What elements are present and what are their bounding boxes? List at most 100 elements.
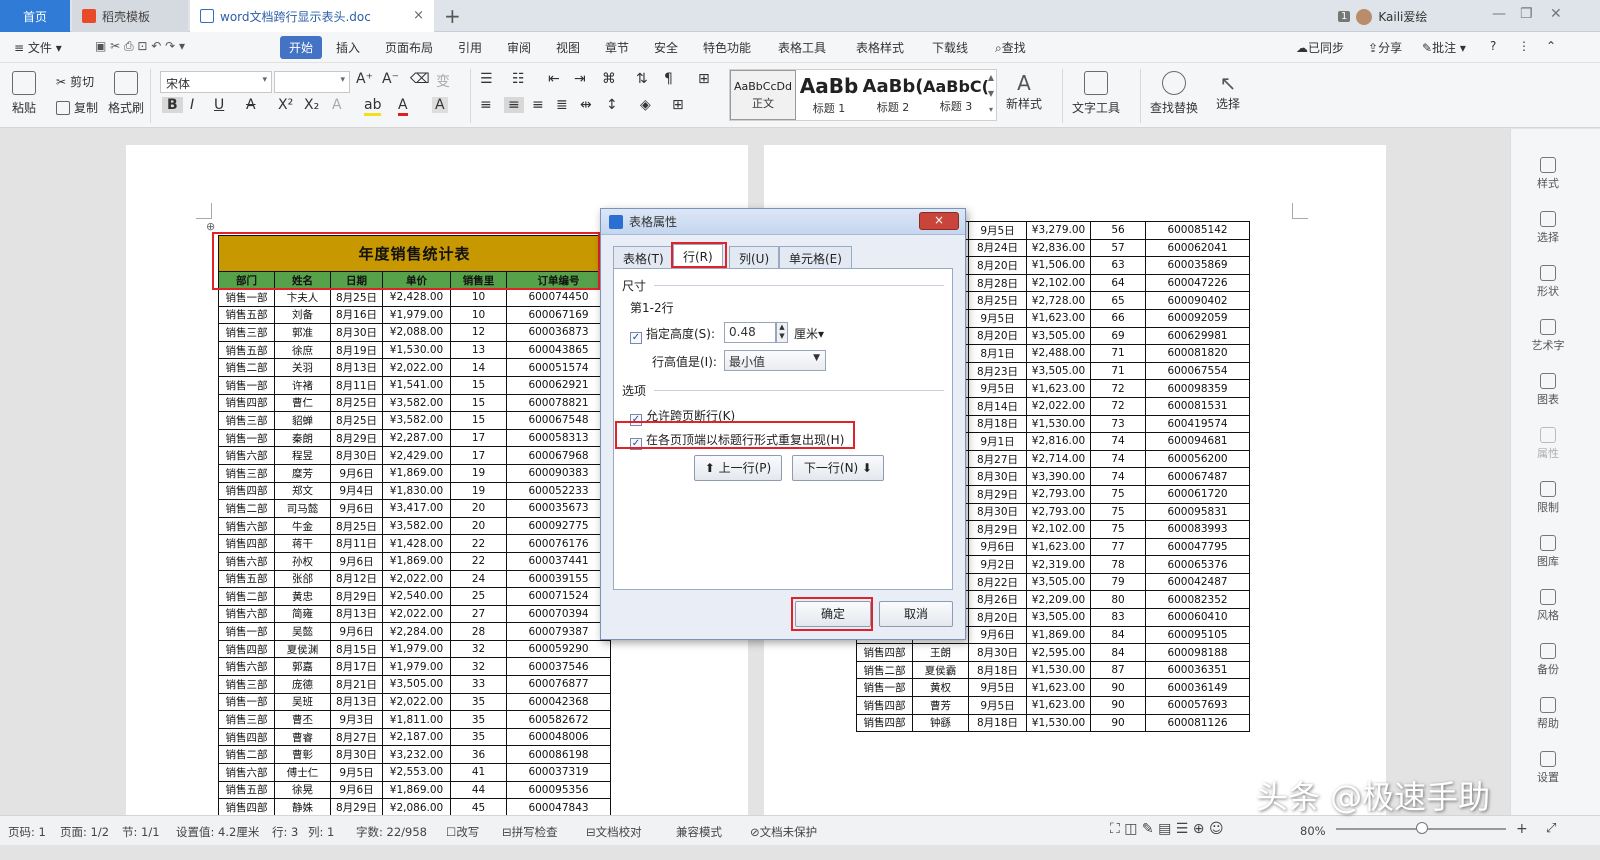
table-cell[interactable]: ¥1,869.00 <box>382 780 451 800</box>
table-cell[interactable]: 8月30日 <box>330 446 383 465</box>
table-cell[interactable]: 8月30日 <box>330 745 383 765</box>
table-cell[interactable]: 8月18日 <box>968 713 1027 733</box>
table-cell[interactable]: 销售二部 <box>218 745 275 765</box>
text-tools-button[interactable]: 文字工具 <box>1072 71 1120 116</box>
table-cell[interactable]: 8月13日 <box>330 604 383 624</box>
menu-table-style[interactable]: 表格样式 <box>856 39 904 56</box>
share-button[interactable]: ⇪分享 <box>1368 39 1402 56</box>
table-row[interactable]: 销售二部 曹彰 8月30日 ¥3,232.00 36 600086198 <box>218 745 611 765</box>
table-cell[interactable]: 600092775 <box>506 516 611 536</box>
table-cell[interactable]: 600051574 <box>506 358 611 377</box>
table-cell[interactable]: 77 <box>1090 537 1146 557</box>
table-cell[interactable]: 28 <box>450 622 507 641</box>
table-cell[interactable]: 72 <box>1090 396 1146 416</box>
cancel-button[interactable]: 取消 <box>879 601 953 627</box>
table-cell[interactable]: 24 <box>450 569 507 589</box>
paste-button[interactable]: 粘贴 <box>12 71 36 116</box>
table-row[interactable]: 销售四部 钟繇 8月18日 ¥1,530.00 90 600081126 <box>856 713 1250 733</box>
table-cell[interactable]: ¥3,390.00 <box>1026 467 1091 486</box>
table-row[interactable]: 销售一部 黄权 9月5日 ¥1,623.00 90 600036149 <box>856 678 1250 698</box>
table-cell[interactable]: 600062921 <box>506 375 611 395</box>
table-cell[interactable]: 600083993 <box>1145 520 1250 539</box>
table-cell[interactable]: 销售四部 <box>218 639 275 659</box>
table-cell[interactable]: 9月5日 <box>330 763 383 782</box>
table-cell[interactable]: 8月26日 <box>968 590 1027 610</box>
menu-view[interactable]: 视图 <box>556 39 580 56</box>
table-cell[interactable]: 销售二部 <box>218 587 275 606</box>
table-cell[interactable]: 78 <box>1090 555 1146 574</box>
table-cell[interactable]: 9月6日 <box>330 622 383 641</box>
align-center-icon[interactable]: ≡ <box>504 97 524 113</box>
table-cell[interactable]: 9月5日 <box>968 696 1027 715</box>
table-cell[interactable]: 600036149 <box>1145 678 1250 698</box>
copy-button[interactable]: 复制 <box>56 99 98 116</box>
table-cell[interactable]: 600081531 <box>1145 396 1250 416</box>
table-cell[interactable]: ¥1,830.00 <box>382 481 451 501</box>
table-cell[interactable]: 销售六部 <box>218 604 275 624</box>
table-cell[interactable]: ¥2,428.00 <box>382 288 451 307</box>
table-row[interactable]: 销售四部 曹睿 8月27日 ¥2,187.00 35 600048006 <box>218 727 611 747</box>
table-cell[interactable]: 9月1日 <box>968 432 1027 451</box>
table-cell[interactable]: 17 <box>450 428 507 448</box>
table-cell[interactable]: 8月27日 <box>330 727 383 747</box>
table-cell[interactable]: ¥2,022.00 <box>382 604 451 624</box>
table-cell[interactable]: 90 <box>1090 713 1146 733</box>
table-cell[interactable]: 600047795 <box>1145 537 1250 557</box>
table-cell[interactable]: 8月24日 <box>968 238 1027 258</box>
table-cell[interactable]: 600036873 <box>506 323 611 342</box>
style-heading-2[interactable]: AaBb(标题 2 <box>862 70 924 120</box>
borders-icon[interactable]: ⊞ <box>672 97 684 113</box>
table-row[interactable]: 销售一部 秦朗 8月29日 ¥2,287.00 17 600058313 <box>218 428 611 448</box>
proofread-button[interactable]: ⊟文档校对 <box>586 824 642 840</box>
table-cell[interactable]: 郑文 <box>274 481 331 501</box>
table-cell[interactable]: 79 <box>1090 572 1146 592</box>
table-cell[interactable]: 74 <box>1090 432 1146 451</box>
highlight-icon[interactable]: ab <box>364 97 382 116</box>
new-style-button[interactable]: A 新样式 <box>1006 71 1042 112</box>
table-cell[interactable]: ¥2,816.00 <box>1026 432 1091 451</box>
table-cell[interactable]: 曹彰 <box>274 745 331 765</box>
table-cell[interactable]: ¥3,505.00 <box>1026 326 1091 346</box>
table-cell[interactable]: 57 <box>1090 238 1146 258</box>
table-cell[interactable]: 600067554 <box>1145 361 1250 381</box>
table-cell[interactable]: 9月5日 <box>968 379 1027 398</box>
menu-table-tools[interactable]: 表格工具 <box>778 39 826 56</box>
table-cell[interactable]: 600061720 <box>1145 484 1250 504</box>
phonetic-icon[interactable]: 变 <box>436 71 450 91</box>
table-cell[interactable]: 8月11日 <box>330 375 383 395</box>
sidebar-item-2[interactable]: 形状 <box>1511 265 1585 299</box>
table-cell[interactable]: 32 <box>450 657 507 677</box>
table-cell[interactable]: 19 <box>450 463 507 483</box>
table-cell[interactable]: 83 <box>1090 608 1146 627</box>
table-cell[interactable]: 8月15日 <box>330 639 383 659</box>
help-button[interactable]: ? <box>1490 39 1496 53</box>
height-spinner[interactable]: ▲ ▼ <box>776 322 788 343</box>
table-cell[interactable]: 66 <box>1090 308 1146 328</box>
table-cell[interactable]: 8月19日 <box>330 340 383 360</box>
table-cell[interactable]: 8月17日 <box>330 657 383 677</box>
table-cell[interactable]: ¥1,979.00 <box>382 657 451 677</box>
table-cell[interactable]: 10 <box>450 288 507 307</box>
tab-cell[interactable]: 单元格(E) <box>779 246 852 268</box>
table-cell[interactable]: 87 <box>1090 660 1146 680</box>
table-cell[interactable]: 63 <box>1090 256 1146 275</box>
table-cell[interactable]: 600086198 <box>506 745 611 765</box>
sync-status[interactable]: ☁已同步 <box>1296 39 1344 56</box>
table-cell[interactable]: 9月4日 <box>330 481 383 501</box>
table-cell[interactable]: 8月25日 <box>330 288 383 307</box>
table-cell[interactable]: 600081126 <box>1145 713 1250 733</box>
fullscreen-icon[interactable]: ⤢ <box>1546 821 1556 836</box>
table-row[interactable]: 销售六部 程昱 8月30日 ¥2,429.00 17 600067968 <box>218 446 611 465</box>
shrink-font-icon[interactable]: A⁻ <box>382 71 399 87</box>
table-cell[interactable]: 8月30日 <box>330 323 383 342</box>
table-row[interactable]: 销售六部 牛金 8月25日 ¥3,582.00 20 600092775 <box>218 516 611 536</box>
table-cell[interactable]: 8月20日 <box>968 608 1027 627</box>
table-cell[interactable]: 600059290 <box>506 639 611 659</box>
table-cell[interactable]: 貂蝉 <box>274 411 331 430</box>
table-cell[interactable]: 曹仁 <box>274 393 331 413</box>
table-cell[interactable]: 8月29日 <box>968 484 1027 504</box>
table-cell[interactable]: 75 <box>1090 502 1146 522</box>
table-cell[interactable]: ¥1,530.00 <box>1026 414 1091 434</box>
table-cell[interactable]: 600035869 <box>1145 256 1250 275</box>
view-mode-icons[interactable]: ⛶ ◫ ✎ ▤ ☰ ⊕ ☺ <box>1110 821 1224 837</box>
